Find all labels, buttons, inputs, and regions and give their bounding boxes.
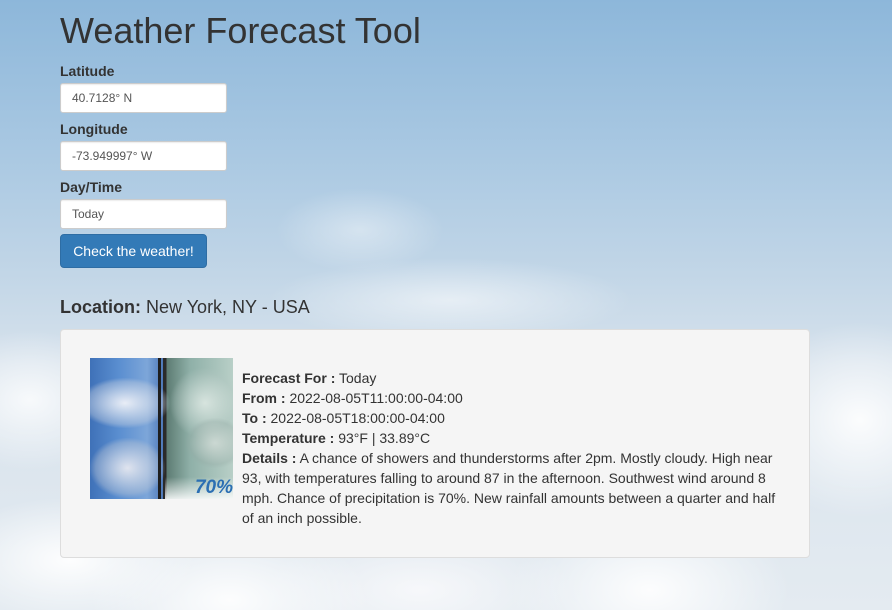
to-value: 2022-08-05T18:00:00-04:00: [270, 410, 445, 426]
from-value: 2022-08-05T11:00:00-04:00: [289, 390, 463, 406]
daytime-label: Day/Time: [60, 179, 122, 195]
longitude-label: Longitude: [60, 121, 128, 137]
latitude-input[interactable]: [60, 83, 227, 113]
location-line: Location: New York, NY - USA: [60, 297, 810, 317]
details-row: Details : A chance of showers and thunde…: [242, 448, 787, 528]
forecast-panel: 70% Forecast For : Today From : 2022-08-…: [60, 329, 810, 558]
forecast-for-value: Today: [339, 370, 377, 386]
location-label: Location:: [60, 297, 141, 317]
details-value: A chance of showers and thunderstorms af…: [242, 450, 776, 526]
page-title: Weather Forecast Tool: [60, 10, 421, 51]
showers-thunderstorms-icon: 70%: [90, 358, 233, 499]
temperature-row: Temperature : 93°F | 33.89°C: [242, 428, 787, 448]
temperature-label: Temperature :: [242, 430, 335, 446]
longitude-input[interactable]: [60, 141, 227, 171]
forecast-for-row: Forecast For : Today: [242, 368, 787, 388]
latitude-group: Latitude: [60, 63, 810, 113]
from-row: From : 2022-08-05T11:00:00-04:00: [242, 388, 787, 408]
details-label: Details :: [242, 450, 297, 466]
check-weather-button[interactable]: Check the weather!: [60, 234, 207, 268]
main-container: Weather Forecast Tool Latitude Longitude…: [60, 0, 810, 558]
daytime-input[interactable]: [60, 199, 227, 229]
from-label: From :: [242, 390, 286, 406]
weather-form: Latitude Longitude Day/Time Check the we…: [60, 63, 810, 268]
precipitation-percent: 70%: [165, 477, 233, 499]
to-row: To : 2022-08-05T18:00:00-04:00: [242, 408, 787, 428]
forecast-details: Forecast For : Today From : 2022-08-05T1…: [242, 368, 787, 528]
to-label: To :: [242, 410, 267, 426]
latitude-label: Latitude: [60, 63, 115, 79]
daytime-group: Day/Time: [60, 179, 810, 229]
forecast-for-label: Forecast For :: [242, 370, 336, 386]
longitude-group: Longitude: [60, 121, 810, 171]
temperature-value: 93°F | 33.89°C: [338, 430, 431, 446]
location-value: New York, NY - USA: [146, 297, 310, 317]
